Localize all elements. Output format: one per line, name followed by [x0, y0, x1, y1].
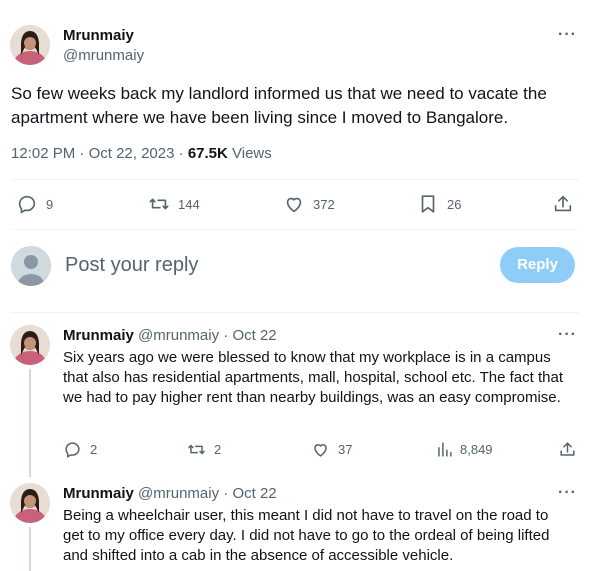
reply-count: 2	[90, 442, 98, 457]
author-handle[interactable]: @mrunmaiy	[63, 47, 144, 64]
views-button[interactable]: 8,849	[435, 440, 493, 459]
reply-author-handle[interactable]: @mrunmaiy	[138, 327, 219, 344]
reply-author-avatar[interactable]	[10, 483, 50, 523]
views-label: Views	[232, 145, 272, 162]
views-icon	[435, 440, 454, 459]
reply-header: Mrunmaiy @mrunmaiy · Oct 22	[63, 327, 277, 344]
thread-line	[29, 369, 31, 477]
bookmark-icon	[417, 193, 439, 215]
reply-button[interactable]: 9	[16, 193, 53, 215]
reply-author-name[interactable]: Mrunmaiy	[63, 485, 134, 502]
share-button[interactable]	[552, 193, 574, 215]
share-icon	[552, 193, 574, 215]
divider	[11, 229, 579, 230]
reply-header: Mrunmaiy @mrunmaiy · Oct 22	[63, 485, 277, 502]
author-avatar[interactable]	[10, 25, 50, 65]
like-button[interactable]: 372	[283, 193, 335, 215]
reply-date[interactable]: Oct 22	[232, 485, 276, 502]
meta-separator: ·	[178, 145, 184, 162]
like-count: 37	[338, 442, 353, 457]
retweet-button[interactable]: 144	[148, 193, 200, 215]
reply-text: Being a wheelchair user, this meant I di…	[63, 507, 550, 564]
tweet-time[interactable]: 12:02 PM	[11, 145, 75, 162]
retweet-icon	[148, 193, 170, 215]
reply-text: Six years ago we were blessed to know th…	[63, 349, 563, 406]
more-icon[interactable]: ···	[558, 484, 577, 502]
author-name[interactable]: Mrunmaiy	[63, 27, 134, 44]
reply-author-name[interactable]: Mrunmaiy	[63, 327, 134, 344]
reply-count: 9	[46, 196, 54, 212]
bookmark-button[interactable]: 26	[417, 193, 461, 215]
like-button[interactable]: 37	[311, 440, 352, 459]
tweet-text: So few weeks back my landlord informed u…	[11, 84, 547, 127]
like-icon	[311, 440, 330, 459]
thread-line	[29, 527, 31, 571]
reply-button[interactable]: 2	[63, 440, 97, 459]
reply-submit-button[interactable]: Reply	[500, 247, 575, 283]
more-icon[interactable]: ···	[558, 326, 577, 344]
reply-date[interactable]: Oct 22	[232, 327, 276, 344]
tweet-date[interactable]: Oct 22, 2023	[89, 145, 175, 162]
more-icon[interactable]: ···	[558, 26, 577, 44]
retweet-button[interactable]: 2	[187, 440, 221, 459]
reply-icon	[63, 440, 82, 459]
share-icon	[558, 440, 577, 459]
views-count: 67.5K	[187, 145, 228, 162]
meta-separator: ·	[223, 327, 229, 344]
views-count: 8,849	[460, 442, 493, 457]
divider	[11, 312, 579, 313]
divider	[11, 179, 579, 180]
reply-icon	[16, 193, 38, 215]
retweet-count: 144	[178, 196, 200, 212]
default-avatar-icon	[11, 246, 51, 286]
bookmark-count: 26	[447, 196, 462, 212]
reply-author-handle[interactable]: @mrunmaiy	[138, 485, 219, 502]
retweet-icon	[187, 440, 206, 459]
like-count: 372	[313, 196, 335, 212]
tweet-meta: 12:02 PM · Oct 22, 2023 · 67.5K Views	[11, 145, 272, 162]
reply-author-avatar[interactable]	[10, 325, 50, 365]
like-icon	[283, 193, 305, 215]
meta-separator: ·	[223, 485, 229, 502]
share-button[interactable]	[558, 440, 577, 459]
meta-separator: ·	[79, 145, 85, 162]
retweet-count: 2	[214, 442, 222, 457]
reply-input[interactable]: Post your reply	[65, 254, 485, 277]
